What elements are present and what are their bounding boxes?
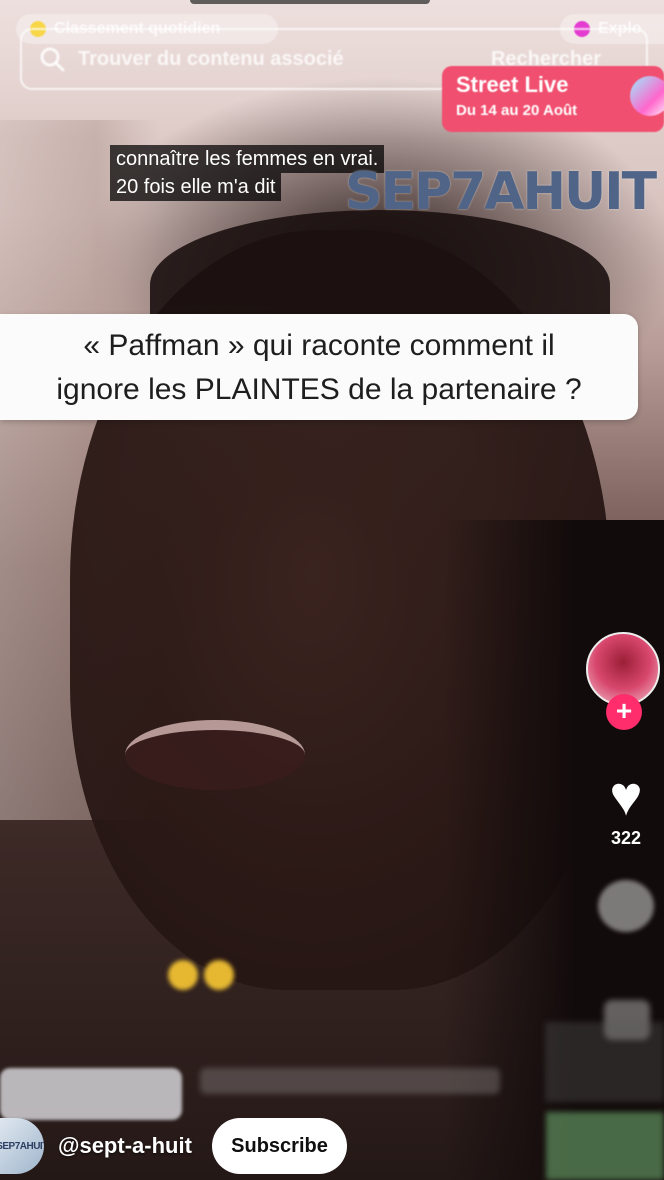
street-live-promo: Street Live Du 14 au 20 Août [442, 66, 664, 132]
creator-avatar-button[interactable]: + [586, 632, 662, 730]
emoji-icon [168, 960, 198, 990]
channel-handle[interactable]: @sept-a-huit [58, 1133, 192, 1159]
follow-plus-icon[interactable]: + [606, 694, 642, 730]
headline-banner: « Paffman » qui raconte comment il ignor… [0, 314, 638, 420]
search-icon [40, 47, 65, 72]
subtitle-caption: connaître les femmes en vrai. 20 fois el… [110, 145, 385, 201]
subscribe-button[interactable]: Subscribe [212, 1118, 347, 1174]
caption-line-1: connaître les femmes en vrai. [110, 145, 385, 173]
comment-icon [598, 880, 654, 932]
chat-input-blurred [0, 1068, 182, 1120]
like-button[interactable]: ♥ 322 [596, 768, 656, 849]
like-count: 322 [610, 828, 642, 848]
green-panel-blurred [546, 1112, 664, 1180]
emoji-reaction-blurred [168, 960, 240, 990]
gift-panel-blurred [545, 1022, 664, 1102]
promo-dates: Du 14 au 20 Août [456, 102, 578, 119]
banner-line-1: « Paffman » qui raconte comment il [83, 329, 555, 362]
video-mouth [125, 720, 305, 790]
banner-line-2: ignore les PLAINTES de la partenaire ? [56, 373, 582, 406]
caption-line-2: 20 fois elle m'a dit [110, 173, 282, 201]
promo-title: Street Live [456, 72, 569, 97]
chat-message-blurred [200, 1068, 500, 1094]
search-placeholder: Trouver du contenu associé [78, 47, 344, 70]
channel-avatar-text: SEP7AHUIT [0, 1140, 44, 1152]
emoji-icon [204, 960, 234, 990]
promo-icon [630, 76, 664, 116]
heart-icon[interactable]: ♥ [596, 768, 656, 824]
brand-watermark: SEP7AHUIT [345, 162, 657, 222]
